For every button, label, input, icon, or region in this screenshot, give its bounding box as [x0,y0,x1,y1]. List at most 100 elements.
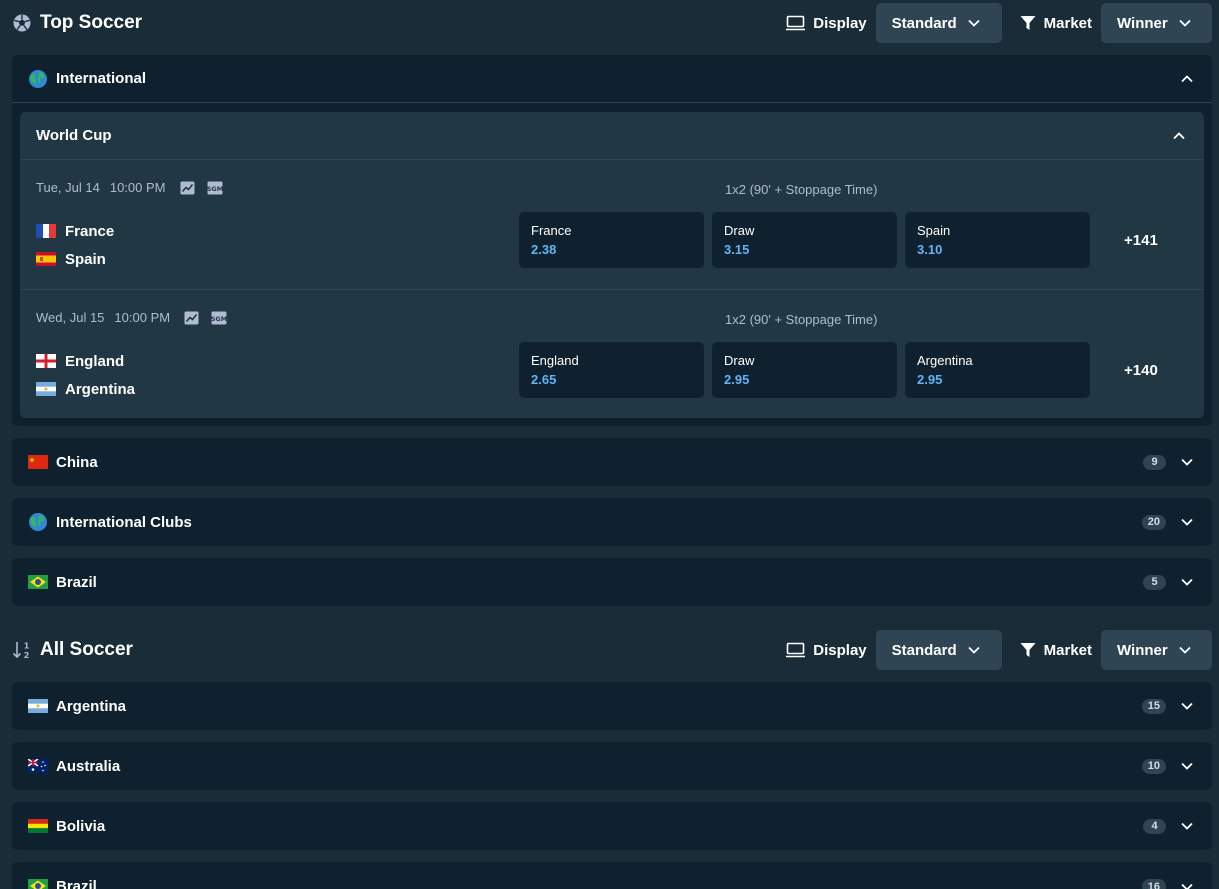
display-label-text: Display [813,641,867,659]
more-markets-link[interactable]: +140 [1124,362,1158,379]
team-home[interactable]: France [36,217,114,245]
bolivia-flag-icon [28,819,48,833]
match-date: Wed, Jul 15 [36,310,105,325]
league-card-china[interactable]: China 9 [12,438,1212,486]
odds-button-away[interactable]: Argentina 2.95 [905,342,1090,398]
odds-outcome: France [531,223,572,238]
odds-price: 3.15 [724,242,750,257]
match-icons: SGM [184,311,227,325]
odds-button-home[interactable]: England 2.65 [519,342,704,398]
chevron-down-icon [1179,19,1191,27]
england-flag-icon [36,354,56,368]
same-game-multi-icon[interactable]: SGM [207,181,223,195]
team-name: Argentina [65,380,136,398]
league-card-international-clubs[interactable]: International Clubs 20 [12,498,1212,546]
league-card-brazil-all[interactable]: Brazil 16 [12,862,1212,889]
league-row: Argentina 15 [12,682,1212,730]
league-card-brazil-top[interactable]: Brazil 5 [12,558,1212,606]
brazil-flag-icon [28,879,48,889]
more-markets-link[interactable]: +141 [1124,232,1158,249]
league-card-australia[interactable]: Australia 10 [12,742,1212,790]
same-game-multi-icon[interactable]: SGM [211,311,227,325]
svg-text:SGM: SGM [211,315,227,323]
chevron-down-icon [1181,822,1193,830]
odds-price: 2.95 [724,372,750,387]
event-count-badge: 15 [1141,698,1166,714]
market-dropdown-value: Winner [1117,641,1168,659]
odds-button-home[interactable]: France 2.38 [519,212,704,268]
league-row-right: 10 [1141,758,1194,774]
competition-card-world-cup: World Cup Tue, Jul 14 10:00 PM SGM 1x2 (… [20,112,1204,418]
chevron-up-icon[interactable] [1180,72,1194,86]
argentina-flag-icon [36,382,56,396]
odds-button-draw[interactable]: Draw 3.15 [712,212,897,268]
top-soccer-title-wrap: Top Soccer [12,12,142,34]
match-row-england-argentina: Wed, Jul 15 10:00 PM SGM 1x2 (90' + Stop… [20,289,1204,418]
league-card-bolivia[interactable]: Bolivia 4 [12,802,1212,850]
league-row: Australia 10 [12,742,1212,790]
trending-chart-icon[interactable] [180,181,195,195]
odds-button-away[interactable]: Spain 3.10 [905,212,1090,268]
competition-header-world-cup[interactable]: World Cup [20,112,1204,160]
competition-header-right [1172,129,1186,143]
chevron-down-icon [1181,518,1193,526]
svg-text:SGM: SGM [207,185,223,193]
odds-price: 3.10 [917,242,943,257]
team-away[interactable]: Argentina [36,375,135,403]
display-label: Display [786,14,867,32]
event-count-badge: 16 [1141,879,1166,889]
all-soccer-header: 1 2 All Soccer Display Standard Market W… [12,630,1212,670]
australia-flag-icon [28,759,48,773]
brazil-flag-icon [28,575,48,589]
market-dropdown[interactable]: Winner [1101,3,1212,43]
argentina-flag-icon [28,699,48,713]
league-row-right: 9 [1143,454,1194,470]
top-soccer-header: Top Soccer Display Standard Market Winne… [12,3,1212,43]
svg-text:1: 1 [24,642,30,651]
market-name: 1x2 (90' + Stoppage Time) [725,182,878,197]
odds-outcome: Draw [724,223,755,238]
match-date: Tue, Jul 14 [36,180,100,195]
odds-price: 2.95 [917,372,943,387]
team-home[interactable]: England [36,347,135,375]
trending-chart-icon[interactable] [184,311,199,325]
soccer-ball-icon [13,14,31,32]
display-dropdown-value: Standard [891,14,957,32]
odds-outcome: Argentina [917,353,973,368]
league-card-argentina[interactable]: Argentina 15 [12,682,1212,730]
monitor-icon [786,15,806,31]
league-row: International Clubs 20 [12,498,1212,546]
team-away[interactable]: Spain [36,245,114,273]
league-row-right: 16 [1141,879,1194,889]
match-icons: SGM [180,181,223,195]
league-row-right: 20 [1141,514,1194,530]
all-soccer-controls: Display Standard Market Winner [786,630,1212,670]
league-label: Brazil [56,878,97,889]
match-teams: France Spain [36,217,114,273]
france-flag-icon [36,224,56,238]
display-dropdown[interactable]: Standard [875,3,1002,43]
league-label: China [56,453,98,471]
league-label: Brazil [56,573,97,591]
odds-price: 2.38 [531,242,557,257]
odds-button-draw[interactable]: Draw 2.95 [712,342,897,398]
league-row-right: 4 [1143,818,1194,834]
display-label-text: Display [813,14,867,32]
odds-outcome: Draw [724,353,755,368]
sort-icon[interactable]: 1 2 [12,640,32,660]
odds-group: England 2.65 Draw 2.95 Argentina 2.95 [519,342,1090,398]
chevron-down-icon [1181,702,1193,710]
league-row: China 9 [12,438,1212,486]
league-header-international[interactable]: International [12,55,1212,103]
chevron-up-icon[interactable] [1172,129,1186,143]
match-meta: Tue, Jul 14 10:00 PM SGM [36,180,223,195]
market-dropdown[interactable]: Winner [1101,630,1212,670]
odds-outcome: Spain [917,223,951,238]
display-dropdown[interactable]: Standard [875,630,1002,670]
chevron-down-icon [1181,883,1193,889]
league-row-right: 15 [1141,698,1194,714]
league-label: International Clubs [56,513,192,531]
section-title: Top Soccer [40,12,143,33]
event-count-badge: 4 [1143,818,1166,834]
match-time: 10:00 PM [114,310,171,325]
